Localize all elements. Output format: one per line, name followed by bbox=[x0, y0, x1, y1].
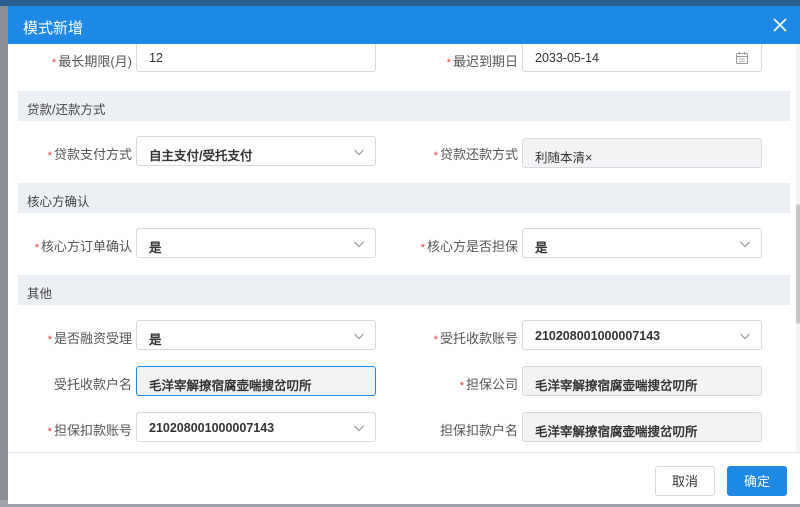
max-period-input[interactable]: 12 bbox=[136, 44, 376, 72]
trustee-account-name-input[interactable]: 毛洋宰解撩宿腐壶喘搜岔叨所 bbox=[136, 366, 376, 396]
core-order-confirm-label: * 核心方订单确认 bbox=[34, 239, 132, 254]
guarantee-debit-name-field: 毛洋宰解撩宿腐壶喘搜岔叨所 bbox=[522, 412, 762, 442]
scrollbar-thumb[interactable] bbox=[796, 204, 800, 324]
financing-accepted-label: * 是否融资受理 bbox=[47, 331, 132, 346]
chevron-down-icon bbox=[354, 425, 364, 432]
chevron-down-icon bbox=[354, 333, 364, 340]
core-guarantee-select[interactable]: 是 bbox=[522, 228, 762, 258]
section-core-confirm: 核心方确认 bbox=[18, 183, 790, 213]
trustee-account-select[interactable]: 210208001000007143 bbox=[522, 320, 762, 350]
section-other-title: 其他 bbox=[27, 287, 53, 301]
section-loan-repay: 贷款/还款方式 bbox=[18, 91, 790, 121]
dialog-footer: 取消 确定 bbox=[8, 452, 800, 504]
latest-due-date-picker[interactable]: 2033-05-14 bbox=[522, 44, 762, 72]
chevron-down-icon bbox=[740, 241, 750, 248]
financing-accepted-select[interactable]: 是 bbox=[136, 320, 376, 350]
dialog-header: 模式新增 bbox=[8, 6, 800, 44]
dialog-body: * 最长期限(月) 12 * 最迟到期日 2033-05-14 贷款/还款方式 * 贷… bbox=[8, 44, 800, 452]
trustee-account-label: * 受托收款账号 bbox=[433, 331, 518, 346]
core-order-confirm-select[interactable]: 是 bbox=[136, 228, 376, 258]
guarantee-debit-account-label: * 担保扣款账号 bbox=[47, 423, 132, 438]
chevron-down-icon bbox=[354, 241, 364, 248]
guarantee-debit-name-label: 担保扣款户名 bbox=[439, 423, 518, 438]
guarantee-debit-account-select[interactable]: 210208001000007143 bbox=[136, 412, 376, 442]
dialog-title: 模式新增 bbox=[23, 20, 84, 37]
trustee-account-name-label: 受托收款户名 bbox=[53, 377, 132, 392]
mode-add-dialog: 模式新增 * 最长期限(月) 12 * 最迟到期日 2033-05-14 贷款/还款… bbox=[8, 6, 800, 504]
latest-due-date-label: * 最迟到期日 bbox=[446, 54, 518, 69]
calendar-icon[interactable] bbox=[735, 51, 749, 65]
loan-payment-method-select[interactable]: 自主支付/受托支付 bbox=[136, 136, 376, 166]
dialog-scrollbar[interactable] bbox=[796, 44, 800, 452]
loan-payment-method-label: * 贷款支付方式 bbox=[47, 147, 132, 162]
loan-repayment-method-label: * 贷款还款方式 bbox=[433, 147, 518, 162]
repayment-method-tag[interactable]: 利随本清× bbox=[535, 147, 592, 166]
guarantee-company-field: 毛洋宰解撩宿腐壶喘搜岔叨所 bbox=[522, 366, 762, 396]
chevron-down-icon bbox=[740, 333, 750, 340]
guarantee-company-label: * 担保公司 bbox=[459, 377, 518, 392]
section-core-confirm-title: 核心方确认 bbox=[27, 195, 90, 209]
core-guarantee-label: * 核心方是否担保 bbox=[420, 239, 518, 254]
max-period-label: * 最长期限(月) bbox=[52, 54, 132, 69]
section-other: 其他 bbox=[18, 275, 790, 305]
close-icon[interactable] bbox=[770, 15, 790, 35]
chevron-down-icon bbox=[354, 149, 364, 156]
section-loan-repay-title: 贷款/还款方式 bbox=[27, 103, 106, 117]
confirm-button[interactable]: 确定 bbox=[727, 466, 787, 496]
cancel-button[interactable]: 取消 bbox=[655, 466, 715, 496]
loan-repayment-method-tag-field: 利随本清× bbox=[522, 138, 762, 168]
